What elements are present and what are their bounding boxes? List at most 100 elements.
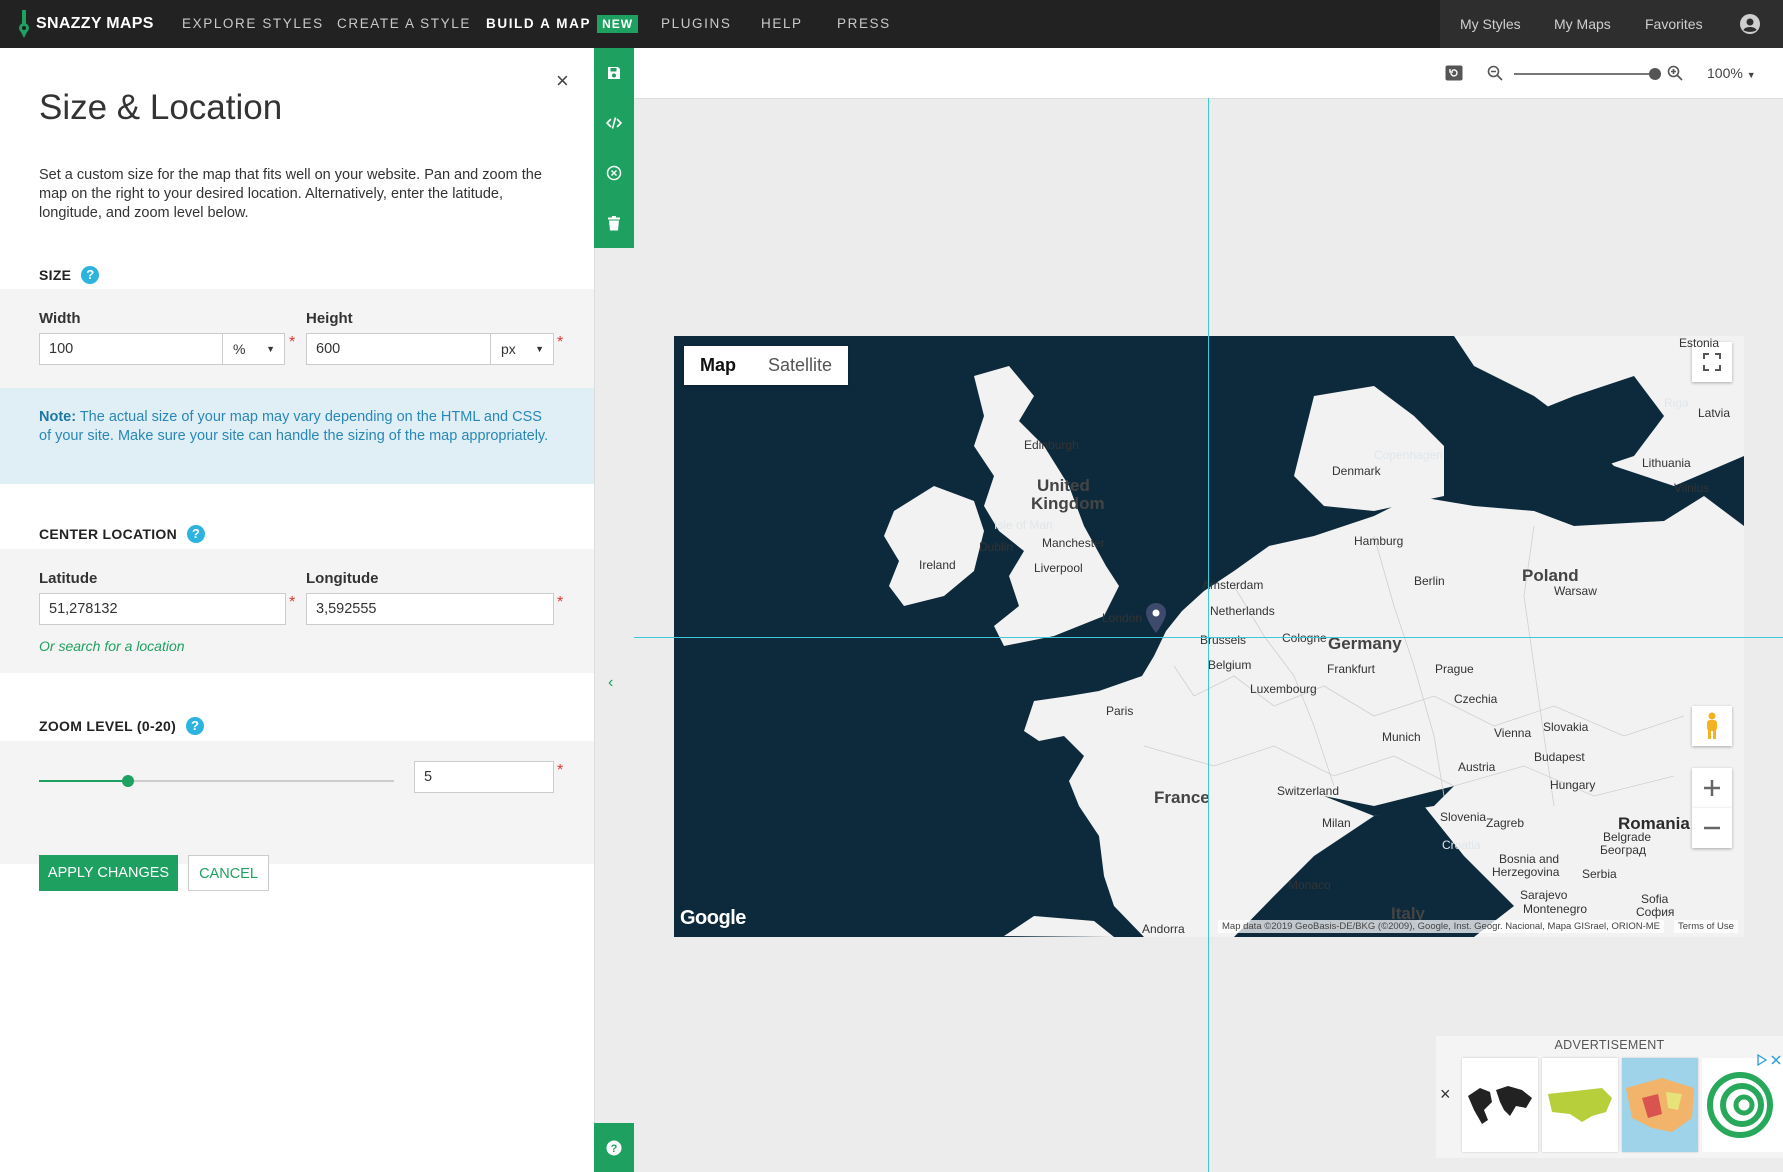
required-marker: * — [557, 762, 564, 779]
map-zoom-out-button[interactable] — [1692, 808, 1732, 848]
new-badge: NEW — [597, 15, 639, 33]
ad-asia-map-image[interactable] — [1622, 1058, 1698, 1152]
map-label: Copenhagen — [1374, 448, 1443, 462]
zoom-input[interactable]: 5 — [414, 761, 554, 793]
map-label: United — [1037, 476, 1090, 495]
map-label: Herzegovina — [1492, 865, 1560, 879]
width-unit-value: % — [233, 341, 246, 357]
cancel-button[interactable]: CANCEL — [188, 855, 269, 891]
note-prefix: Note: — [39, 409, 77, 425]
ad-world-map-image[interactable] — [1462, 1058, 1538, 1152]
width-label: Width — [39, 310, 81, 327]
ad-usa-map-image[interactable] — [1542, 1058, 1618, 1152]
map-label: Isle of Man — [994, 518, 1053, 532]
nav-my-maps[interactable]: My Maps — [1554, 0, 1611, 48]
account-icon[interactable] — [1740, 14, 1760, 34]
nav-explore-styles[interactable]: EXPLORE STYLES — [182, 0, 324, 48]
height-unit-select[interactable]: px ▼ — [490, 333, 554, 365]
map-label: Montenegro — [1523, 902, 1588, 916]
map-label: Estonia — [1679, 336, 1720, 350]
map-label: Czechia — [1454, 692, 1498, 706]
center-section-title: CENTER LOCATION ? — [39, 525, 206, 543]
map-zoom-in-button[interactable] — [1692, 768, 1732, 808]
map-label: Kingdom — [1031, 494, 1105, 513]
nav-help[interactable]: HELP — [761, 0, 803, 48]
code-icon — [606, 117, 622, 129]
map-label: Edinburgh — [1024, 438, 1079, 452]
map-label: Switzerland — [1277, 784, 1340, 798]
size-location-panel: Size & Location × Set a custom size for … — [0, 48, 595, 1172]
map-label: Bosnia and — [1499, 852, 1560, 866]
map-label: Budapest — [1534, 750, 1585, 764]
zoom-slider-thumb[interactable] — [121, 775, 134, 787]
map-label: Austria — [1458, 760, 1496, 774]
canvas-zoom-slider[interactable] — [1514, 73, 1654, 75]
delete-button[interactable] — [594, 203, 634, 243]
map-label: Ireland — [919, 558, 956, 572]
size-note: Note: The actual size of your map may va… — [0, 388, 594, 484]
help-button[interactable]: ? — [594, 1123, 634, 1172]
embed-code-button[interactable] — [594, 103, 634, 143]
brand-name: SNAZZY MAPS — [36, 15, 154, 32]
close-panel-button[interactable]: × — [556, 68, 569, 94]
size-section-title: SIZE ? — [39, 266, 100, 284]
trash-icon — [608, 215, 620, 230]
ad-close-button[interactable]: × — [1440, 1084, 1451, 1105]
user-menu: My Styles My Maps Favorites — [1440, 0, 1783, 48]
apply-changes-button[interactable]: APPLY CHANGES — [39, 855, 178, 891]
width-input[interactable]: 100 — [39, 333, 223, 365]
save-button[interactable] — [594, 53, 634, 93]
nav-my-styles[interactable]: My Styles — [1460, 0, 1521, 48]
map-label: London — [1102, 611, 1143, 625]
fullscreen-icon — [1703, 353, 1721, 371]
center-title-text: CENTER LOCATION — [39, 526, 178, 542]
map-label: Manchester — [1042, 536, 1105, 550]
clear-button[interactable] — [594, 153, 634, 193]
chevron-down-icon: ▼ — [266, 344, 275, 354]
latitude-input[interactable]: 51,278132 — [39, 593, 286, 625]
width-unit-select[interactable]: % ▼ — [222, 333, 285, 365]
brand-logo[interactable]: SNAZZY MAPS — [18, 0, 154, 48]
ad-dismiss-icon[interactable] — [1770, 1054, 1782, 1066]
usa-map-icon — [1548, 1088, 1612, 1122]
nav-create-style[interactable]: CREATE A STYLE — [337, 0, 471, 48]
map-type-map-button[interactable]: Map — [684, 346, 752, 385]
map-label: Belgrade — [1603, 830, 1652, 844]
latitude-label: Latitude — [39, 570, 98, 587]
canvas-zoom-select[interactable]: 100% ▼ — [1707, 65, 1756, 81]
longitude-input[interactable]: 3,592555 — [306, 593, 554, 625]
street-view-button[interactable] — [1692, 706, 1732, 746]
center-help-icon[interactable]: ? — [187, 525, 206, 543]
nav-favorites[interactable]: Favorites — [1645, 0, 1703, 48]
map-label: Riga — [1664, 396, 1689, 410]
ad-choices-icon[interactable] — [1756, 1054, 1768, 1066]
nav-press[interactable]: PRESS — [837, 0, 891, 48]
zoom-in-icon[interactable] — [1667, 65, 1683, 81]
nav-build-map-label: BUILD A MAP — [486, 16, 592, 31]
google-logo: Google — [680, 907, 746, 929]
height-input[interactable]: 600 — [306, 333, 491, 365]
reset-view-icon[interactable] — [1445, 65, 1463, 81]
map-label: Belgium — [1208, 658, 1252, 672]
size-help-icon[interactable]: ? — [81, 266, 100, 284]
zoom-help-icon[interactable]: ? — [186, 717, 205, 735]
collapse-panel-chevron-icon[interactable]: ‹ — [608, 674, 613, 692]
asia-map-icon — [1622, 1058, 1698, 1152]
map-label: Sarajevo — [1520, 888, 1568, 902]
spiral-logo-icon — [1707, 1072, 1773, 1138]
ad-spiral-image[interactable] — [1702, 1058, 1783, 1152]
terms-of-use-link[interactable]: Terms of Use — [1674, 920, 1738, 933]
required-marker: * — [557, 334, 564, 351]
chevron-down-icon: ▼ — [535, 344, 544, 354]
map-label: Lithuania — [1642, 456, 1691, 470]
top-navigation: SNAZZY MAPS EXPLORE STYLES CREATE A STYL… — [0, 0, 1783, 48]
map-marker-icon — [1146, 603, 1166, 633]
canvas-zoom-thumb[interactable] — [1649, 68, 1661, 80]
center-guide-vertical — [1208, 98, 1209, 1172]
zoom-out-icon[interactable] — [1487, 65, 1503, 81]
map-type-satellite-button[interactable]: Satellite — [752, 346, 848, 385]
zoom-slider[interactable] — [39, 775, 394, 787]
search-location-link[interactable]: Or search for a location — [39, 638, 185, 654]
nav-build-map[interactable]: BUILD A MAP NEW — [486, 0, 639, 48]
nav-plugins[interactable]: PLUGINS — [661, 0, 731, 48]
